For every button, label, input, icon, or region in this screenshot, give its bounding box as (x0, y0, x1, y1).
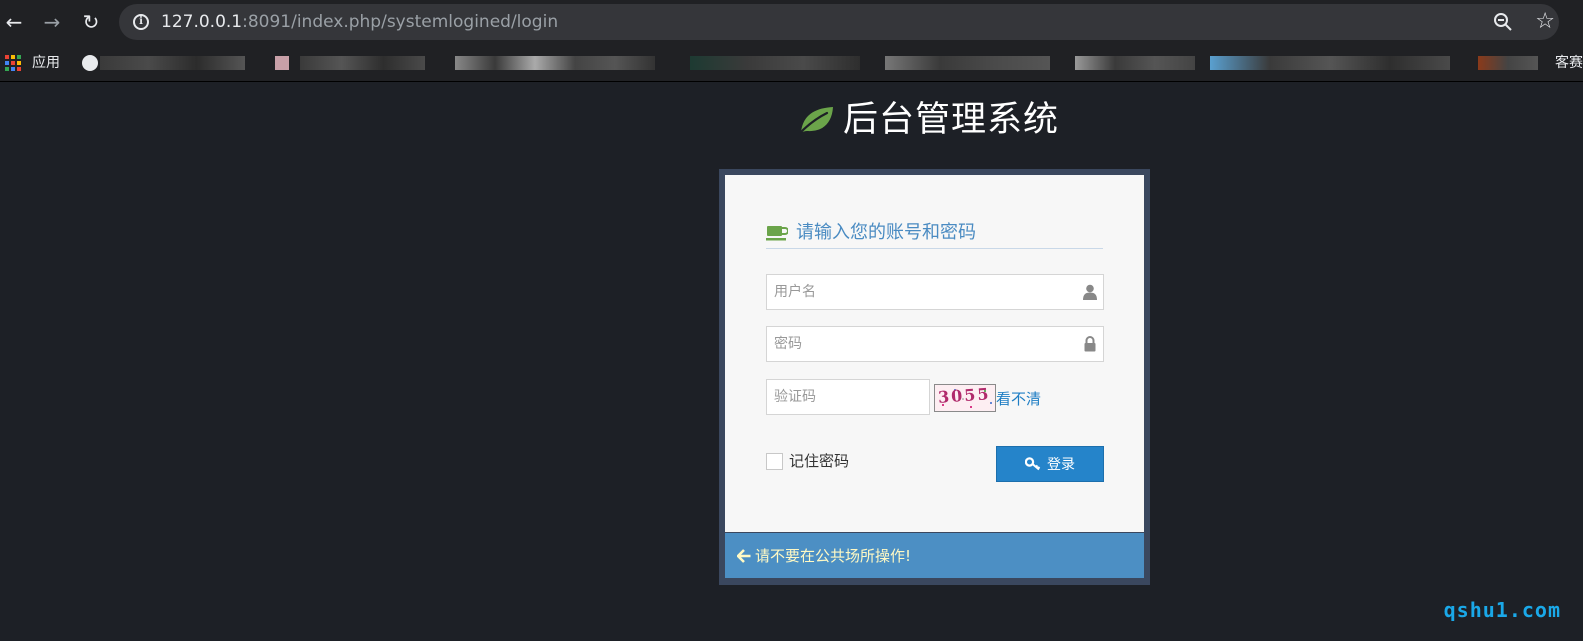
captcha-field[interactable] (766, 379, 930, 415)
address-bar[interactable]: i 127.0.0.1:8091/index.php/systemlogined… (119, 4, 1559, 40)
browser-toolbar: ← → ↻ i 127.0.0.1:8091/index.php/systeml… (0, 0, 1583, 44)
captcha-input[interactable] (767, 380, 929, 414)
url-path: :8091/index.php/systemlogined/login (242, 12, 559, 32)
arrow-left-icon (737, 548, 751, 563)
page-title-text: 后台管理系统 (843, 100, 1060, 140)
lock-icon (1084, 336, 1096, 352)
password-field[interactable] (766, 326, 1104, 362)
blurred-bookmark[interactable] (1478, 56, 1538, 70)
blurred-bookmark[interactable] (1210, 56, 1450, 70)
remember-label[interactable]: 记住密码 (789, 451, 849, 471)
login-button-label: 登录 (1047, 457, 1075, 473)
footer-notice: 请不要在公共场所操作! (755, 546, 912, 565)
login-box-header-text: 请输入您的账号和密码 (796, 221, 976, 243)
page-title: 后台管理系统 (797, 98, 1059, 142)
login-box: 请输入您的账号和密码 3055 (719, 169, 1150, 585)
info-icon[interactable]: i (133, 14, 149, 30)
key-icon (1025, 457, 1041, 471)
password-input[interactable] (767, 327, 1103, 361)
globe-icon[interactable] (82, 55, 98, 71)
captcha-refresh-link[interactable]: 看不清 (996, 389, 1041, 409)
watermark: qshu1.com (1443, 598, 1561, 622)
login-button[interactable]: 登录 (996, 446, 1104, 482)
captcha-image[interactable]: 3055 (934, 384, 996, 412)
apps-grid-icon[interactable] (5, 55, 21, 71)
bookmark-apps-label[interactable]: 应用 (32, 54, 60, 72)
bookmark-star-icon[interactable]: ☆ (1535, 8, 1555, 36)
blurred-bookmark[interactable] (690, 56, 860, 70)
coffee-icon (766, 225, 788, 240)
forward-arrow-icon[interactable]: → (38, 8, 66, 36)
zoom-icon[interactable] (1493, 12, 1513, 32)
remember-checkbox[interactable] (766, 452, 783, 470)
leaf-icon (799, 107, 833, 134)
username-input[interactable] (767, 275, 1103, 309)
login-footer: 请不要在公共场所操作! (725, 533, 1144, 578)
login-box-header: 请输入您的账号和密码 (766, 217, 1103, 249)
url-host: 127.0.0.1 (161, 12, 243, 32)
captcha-code: 3055 (937, 384, 992, 407)
blurred-bookmark[interactable] (300, 56, 425, 70)
user-icon (1083, 284, 1097, 300)
blurred-bookmark[interactable] (275, 56, 289, 70)
login-form: 请输入您的账号和密码 3055 (725, 175, 1144, 532)
blurred-bookmark[interactable] (100, 56, 245, 70)
blurred-bookmark[interactable] (455, 56, 655, 70)
remember-password[interactable]: 记住密码 (766, 451, 849, 471)
blurred-bookmark[interactable] (885, 56, 1050, 70)
url-text[interactable]: 127.0.0.1:8091/index.php/systemlogined/l… (161, 11, 558, 33)
reload-icon[interactable]: ↻ (77, 8, 105, 36)
username-field[interactable] (766, 274, 1104, 310)
back-arrow-icon[interactable]: ← (0, 8, 28, 36)
bookmarks-bar: 应用 客赛 (0, 44, 1583, 82)
blurred-bookmark[interactable] (1075, 56, 1195, 70)
bookmark-overflow-label[interactable]: 客赛 (1555, 54, 1583, 72)
